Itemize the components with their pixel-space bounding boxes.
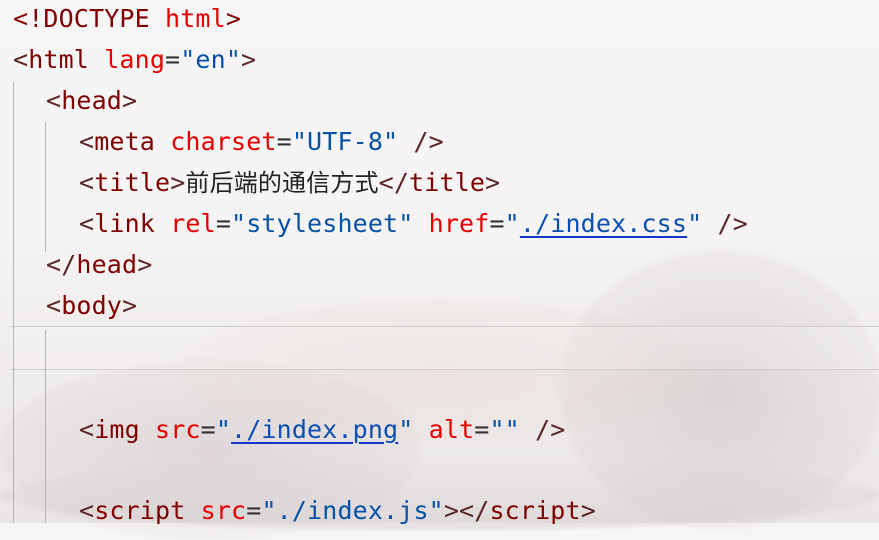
code-line-script: <script src="./index.js"></script> <box>79 492 879 530</box>
tag-name: script <box>489 496 581 525</box>
tag-bracket: > <box>122 86 138 115</box>
doctype-keyword: <!DOCTYPE <box>13 4 150 33</box>
attr-value: "" <box>489 415 520 444</box>
tag-bracket: ></ <box>443 496 490 525</box>
tag-bracket: > <box>170 168 186 197</box>
attr-eq: = <box>276 127 292 156</box>
tag-name: link <box>94 209 156 238</box>
attr-value: "stylesheet" <box>231 209 414 238</box>
title-text: 前后端的通信方式 <box>185 169 379 197</box>
attr-eq: = <box>474 415 490 444</box>
attr-eq: = <box>246 496 262 525</box>
tag-bracket: < <box>79 415 95 444</box>
tag-bracket: < <box>46 291 62 320</box>
code-line-body-open: <body> <box>46 287 879 325</box>
tag-bracket: < <box>79 496 95 525</box>
tag-bracket: /> <box>702 209 748 238</box>
attr-quote: " <box>504 209 520 238</box>
attr-name: src <box>155 415 201 444</box>
tag-bracket: </ <box>378 168 410 197</box>
attr-eq: = <box>215 209 232 238</box>
attr-name: alt <box>428 415 475 444</box>
indent-guide <box>45 330 46 523</box>
tag-bracket: < <box>46 86 62 115</box>
code-editor[interactable]: <!DOCTYPE html> <html lang="en"> <head> … <box>0 0 879 525</box>
attr-value: "UTF-8" <box>291 127 399 156</box>
attr-value: "./index.js" <box>261 496 444 525</box>
tag-bracket: /> <box>398 127 444 156</box>
file-link-png[interactable]: ./index.png <box>231 415 398 444</box>
doctype-close: > <box>225 4 242 33</box>
attr-name: lang <box>104 45 166 74</box>
tag-name: img <box>94 415 140 444</box>
attr-name: src <box>200 496 247 525</box>
tag-name: title <box>94 168 171 197</box>
doctype-html: html <box>165 4 226 33</box>
tag-name: meta <box>94 127 156 156</box>
tag-bracket: > <box>241 45 257 74</box>
tag-bracket: > <box>137 250 153 279</box>
attr-quote: " <box>215 415 232 444</box>
code-line-head-close: </head> <box>46 246 879 284</box>
attr-quote: " <box>687 209 703 238</box>
attr-name: rel <box>170 209 216 238</box>
tag-name: title <box>409 168 486 197</box>
indent-guide <box>13 82 14 523</box>
attr-name: href <box>428 209 490 238</box>
code-line-title: <title>前后端的通信方式</title> <box>79 164 879 202</box>
current-line-highlight <box>10 326 879 370</box>
tag-name: head <box>76 250 138 279</box>
tag-name: html <box>28 45 90 74</box>
attr-value: "en" <box>180 45 242 74</box>
tag-bracket: > <box>580 496 596 525</box>
code-line-html-open: <html lang="en"> <box>13 41 879 79</box>
code-line-link: <link rel="stylesheet" href="./index.css… <box>79 205 879 243</box>
tag-name: body <box>61 291 123 320</box>
attr-quote: " <box>398 415 414 444</box>
code-line-meta: <meta charset="UTF-8" /> <box>79 123 879 161</box>
tag-bracket: < <box>79 127 95 156</box>
file-link-css[interactable]: ./index.css <box>520 209 687 238</box>
tag-bracket: < <box>79 168 95 197</box>
code-line-head-open: <head> <box>46 82 879 120</box>
tag-bracket: > <box>122 291 138 320</box>
code-line-img: <img src="./index.png" alt="" /> <box>79 411 879 449</box>
tag-bracket: < <box>13 45 29 74</box>
attr-name: charset <box>170 127 277 156</box>
tag-name: head <box>61 86 123 115</box>
tag-bracket: /> <box>519 415 566 444</box>
tag-bracket: > <box>485 168 501 197</box>
tag-bracket: < <box>79 209 95 238</box>
tag-name: script <box>94 496 186 525</box>
attr-eq: = <box>200 415 216 444</box>
tag-bracket: </ <box>46 250 77 279</box>
attr-eq: = <box>489 209 505 238</box>
indent-guide <box>45 122 46 252</box>
attr-eq: = <box>165 45 181 74</box>
code-line-doctype: <!DOCTYPE html> <box>13 0 879 38</box>
